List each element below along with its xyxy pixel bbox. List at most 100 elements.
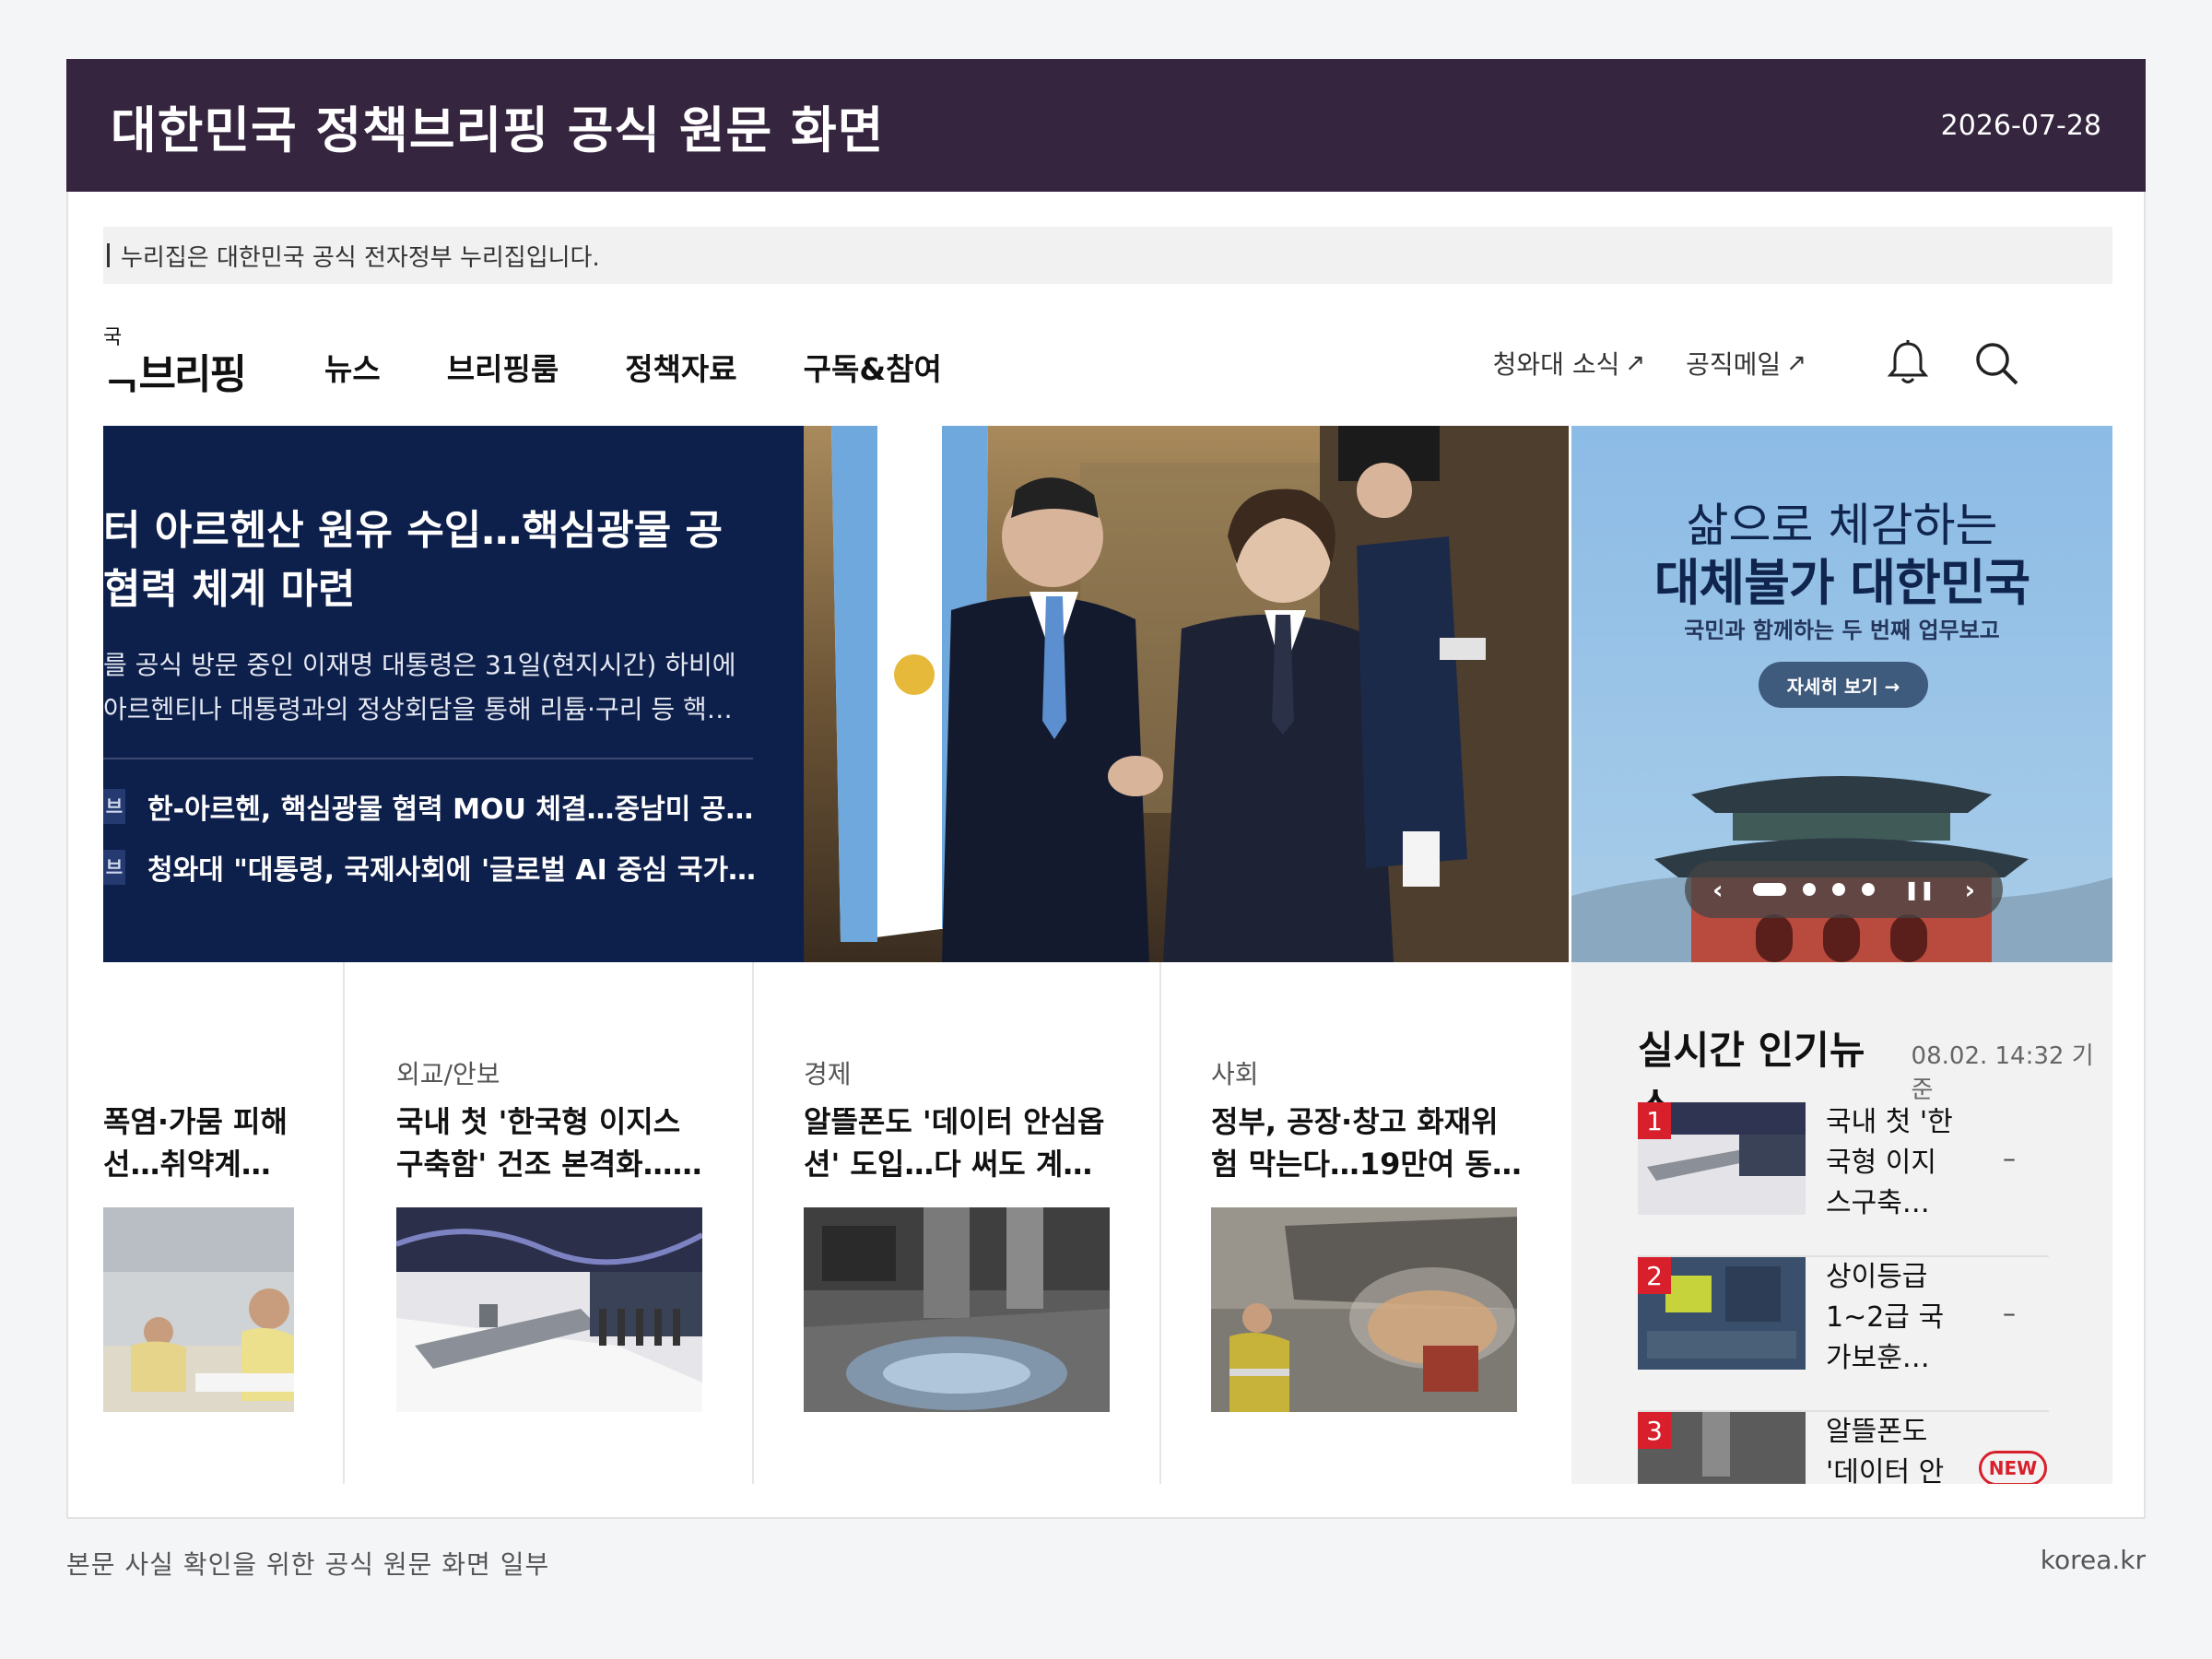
primary-menu: 뉴스 브리핑룸 정책자료 구독&참여 (324, 345, 942, 389)
banner-line3: 국민과 함께하는 두 번째 업무보고 (1684, 618, 2000, 643)
banner-line2: 대체불가 대한민국 (1653, 554, 2030, 612)
hero-article[interactable]: 터 아르헨산 원유 수입…핵심광물 공 협력 체계 마련 를 공식 방문 중인 … (103, 426, 804, 962)
menu-item-briefing-room[interactable]: 브리핑룸 (447, 345, 559, 389)
news-card-title-line2: 선…취약계… (103, 1147, 271, 1182)
related-title: 청와대 "대통령, 국제사회에 '글로벌 AI 중심 국가… (147, 854, 757, 887)
popular-news-item[interactable]: 3 알뜰폰도 '데이터 안 NEW (1638, 1412, 2049, 1484)
news-card-thumbnail[interactable] (396, 1207, 702, 1412)
news-card-category: 외교/안보 (396, 1059, 500, 1089)
logo-text: ᆨ브리핑 (103, 351, 247, 398)
pause-icon[interactable]: ❚❚ (1904, 878, 1936, 900)
main-navigation: 국 ᆨ브리핑 뉴스 브리핑룸 정책자료 구독&참여 청와대 소식 ↗ 공직메일 … (103, 312, 2112, 422)
gov-notice-strip: 누리집은 대한민국 공식 전자정부 누리집입니다. (103, 227, 2112, 284)
popular-news-panel: 실시간 인기뉴스 08.02. 14:32 기준 1 국내 첫 '한 국형 이지… (1571, 962, 2112, 1484)
news-card-category: 경제 (804, 1059, 852, 1089)
search-icon[interactable] (1972, 339, 2020, 387)
carousel-dot[interactable] (1861, 883, 1875, 896)
carousel-controls: ‹ ❚❚ › (1685, 861, 2003, 918)
hero-headline-line1: 터 아르헨산 원유 수입…핵심광물 공 (103, 507, 723, 554)
popular-news-title: 상이등급 1~2급 국 가보훈… (1826, 1257, 1964, 1379)
news-card-title-line1: 정부, 공장·창고 화재위 (1211, 1104, 1499, 1139)
external-link-icon: ↗ (1625, 349, 1646, 377)
utility-menu: 청와대 소식 ↗ 공직메일 ↗ (1493, 339, 2020, 387)
carousel-dot[interactable] (1831, 883, 1845, 896)
popular-news-item[interactable]: 1 국내 첫 '한 국형 이지 스구축… – (1638, 1102, 2049, 1257)
carousel-dot[interactable] (1802, 883, 1816, 896)
site-logo[interactable]: 국 ᆨ브리핑 (103, 321, 247, 413)
news-card-category: 사회 (1211, 1059, 1259, 1089)
external-link-icon: ↗ (1786, 349, 1806, 377)
popular-news-line: 가보훈… (1826, 1342, 1930, 1374)
news-card-title-line1: 폭염·가뭄 피해 (103, 1104, 288, 1139)
promo-banner[interactable]: 삶으로 체감하는 대체불가 대한민국 국민과 함께하는 두 번째 업무보고 자세… (1571, 426, 2112, 962)
news-card[interactable]: 사회 정부, 공장·창고 화재위 험 막는다…19만여 동… (1161, 962, 1571, 1484)
link-cheongwadae-label: 청와대 소식 (1492, 349, 1620, 380)
menu-item-subscribe[interactable]: 구독&참여 (804, 345, 942, 389)
footer-caption: 본문 사실 확인을 위한 공식 원문 화면 일부 (66, 1549, 550, 1580)
popular-news-line: 스구축… (1826, 1187, 1930, 1219)
news-card-title-line1: 국내 첫 '한국형 이지스 (396, 1104, 681, 1139)
carousel-dot[interactable] (1752, 883, 1786, 896)
related-tag: 브 (103, 789, 125, 824)
hero-photo[interactable] (804, 426, 1569, 962)
gov-notice-text[interactable]: 누리집은 대한민국 공식 전자정부 누리집입니다. (121, 239, 600, 273)
menu-item-news[interactable]: 뉴스 (324, 345, 381, 389)
popular-news-item[interactable]: 2 상이등급 1~2급 국 가보훈… – (1638, 1257, 2049, 1412)
hero-summary-line1: 를 공식 방문 중인 이재명 대통령은 31일(현지시간) 하비에 (103, 650, 736, 680)
news-card-title[interactable]: 알뜰폰도 '데이터 안심옵 션' 도입…다 써도 계… (804, 1100, 1126, 1185)
news-card-thumbnail[interactable] (103, 1207, 294, 1412)
news-card-title[interactable]: 폭염·가뭄 피해 선…취약계… (103, 1100, 324, 1185)
popular-news-title: 국내 첫 '한 국형 이지 스구축… (1826, 1102, 1964, 1224)
popular-news-rank: 3 (1638, 1412, 1671, 1449)
chevron-right-icon[interactable]: › (1964, 875, 1975, 905)
news-card[interactable]: 외교/안보 국내 첫 '한국형 이지스 구축함' 건조 본격화…… (345, 962, 754, 1484)
hero-section: 터 아르헨산 원유 수입…핵심광물 공 협력 체계 마련 를 공식 방문 중인 … (103, 426, 2112, 962)
bell-icon[interactable] (1884, 339, 1932, 387)
header-date: 2026-07-28 (1940, 109, 2101, 142)
document-header: 대한민국 정책브리핑 공식 원문 화면 2026-07-28 (66, 59, 2146, 192)
news-card-thumbnail[interactable] (1211, 1207, 1517, 1412)
related-article[interactable]: 브 청와대 "대통령, 국제사회에 '글로벌 AI 중심 국가… (103, 837, 804, 898)
chevron-left-icon[interactable]: ‹ (1712, 875, 1724, 905)
popular-news-line: 1~2급 국 (1826, 1301, 1945, 1334)
menu-item-policy-data[interactable]: 정책자료 (625, 345, 736, 389)
news-card-title[interactable]: 정부, 공장·창고 화재위 험 막는다…19만여 동… (1211, 1100, 1534, 1185)
popular-news-title: 알뜰폰도 '데이터 안 (1826, 1412, 1964, 1484)
link-official-mail-label: 공직메일 (1686, 349, 1782, 380)
hero-summary-line2: 아르헨티나 대통령과의 정상회담을 통해 리튬·구리 등 핵… (103, 694, 733, 724)
hero-headline-line2: 협력 체계 마련 (103, 566, 356, 613)
popular-news-timestamp: 08.02. 14:32 기준 (1911, 1042, 2094, 1104)
hero-headline[interactable]: 터 아르헨산 원유 수입…핵심광물 공 협력 체계 마련 (103, 501, 804, 619)
news-card-title-line2: 험 막는다…19만여 동… (1211, 1147, 1522, 1182)
link-cheongwadae-news[interactable]: 청와대 소식 ↗ (1493, 345, 1646, 382)
hero-related-list: 브 한-아르헨, 핵심광물 협력 MOU 체결…중남미 공… 브 청와대 "대통… (103, 776, 804, 898)
popular-news-line: 상이등급 (1826, 1261, 1928, 1293)
popular-news-line: 알뜰폰도 (1826, 1416, 1928, 1448)
popular-news-line: 국형 이지 (1826, 1147, 1936, 1179)
news-card-title-line2: 션' 도입…다 써도 계… (804, 1147, 1093, 1182)
page-title: 대한민국 정책브리핑 공식 원문 화면 (111, 100, 885, 159)
news-card-title-line1: 알뜰폰도 '데이터 안심옵 (804, 1104, 1105, 1139)
gov-notice-bar (107, 243, 110, 267)
news-card-title-line2: 구축함' 건조 본격화…… (396, 1147, 702, 1182)
site-viewport: 누리집은 대한민국 공식 전자정부 누리집입니다. 국 ᆨ브리핑 뉴스 브리핑룸… (103, 227, 2112, 1484)
news-card-title[interactable]: 국내 첫 '한국형 이지스 구축함' 건조 본격화…… (396, 1100, 719, 1185)
popular-news-rank: 2 (1638, 1257, 1671, 1294)
rank-trend-indicator: – (2003, 1298, 2016, 1328)
banner-detail-button[interactable]: 자세히 보기 → (1759, 662, 1928, 708)
popular-news-rank: 1 (1638, 1102, 1671, 1139)
related-title: 한-아르헨, 핵심광물 협력 MOU 체결…중남미 공… (147, 794, 754, 826)
news-card[interactable]: 경제 알뜰폰도 '데이터 안심옵 션' 도입…다 써도 계… (754, 962, 1161, 1484)
news-card-thumbnail[interactable] (804, 1207, 1110, 1412)
popular-news-line: 국내 첫 '한 (1826, 1106, 1953, 1138)
rank-trend-indicator: – (2003, 1143, 2016, 1173)
hero-summary: 를 공식 방문 중인 이재명 대통령은 31일(현지시간) 하비에 아르헨티나 … (103, 643, 767, 732)
popular-news-line: '데이터 안 (1826, 1456, 1945, 1484)
related-article[interactable]: 브 한-아르헨, 핵심광물 협력 MOU 체결…중남미 공… (103, 776, 804, 837)
hero-divider (103, 758, 753, 759)
link-official-mail[interactable]: 공직메일 ↗ (1686, 345, 1806, 382)
news-card[interactable]: 폭염·가뭄 피해 선…취약계… (103, 962, 345, 1484)
footer-source: korea.kr (2040, 1545, 2146, 1575)
related-tag: 브 (103, 850, 125, 885)
screenshot-frame: 누리집은 대한민국 공식 전자정부 누리집입니다. 국 ᆨ브리핑 뉴스 브리핑룸… (66, 192, 2146, 1519)
